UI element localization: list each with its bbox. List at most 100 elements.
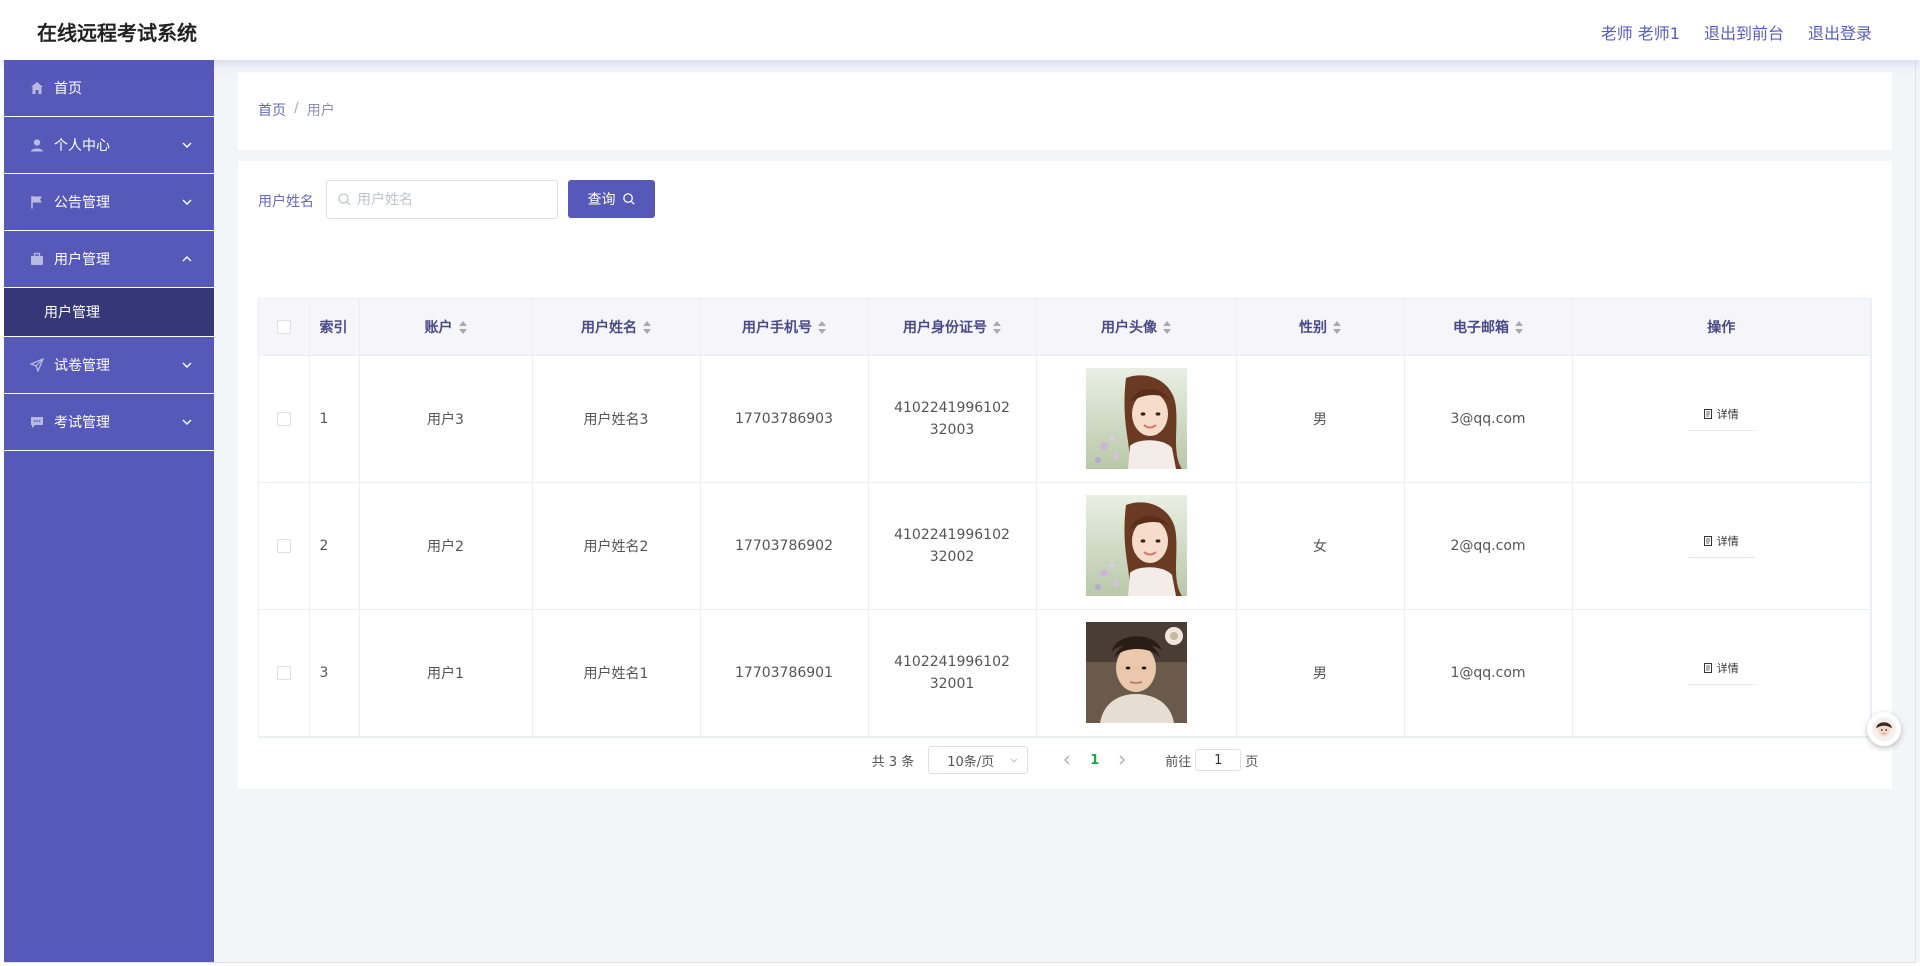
sort-caret-icon[interactable] xyxy=(818,320,826,335)
search-input[interactable] xyxy=(357,189,552,211)
column-header-gender[interactable]: 性别 xyxy=(1236,299,1405,356)
exit-to-front-link[interactable]: 退出到前台 xyxy=(1704,20,1784,44)
document-icon xyxy=(1703,536,1712,546)
column-header-avatar[interactable]: 用户头像 xyxy=(1036,299,1237,356)
sidebar-item-label: 试卷管理 xyxy=(54,358,110,374)
cell-name: 用户姓名3 xyxy=(532,355,701,483)
document-icon xyxy=(1703,409,1712,419)
column-header-name[interactable]: 用户姓名 xyxy=(532,299,701,356)
column-header-label: 电子邮箱 xyxy=(1453,319,1509,336)
column-header-index: 索引 xyxy=(309,299,360,356)
detail-button-label: 详情 xyxy=(1716,535,1739,548)
table-row: 3 用户1 用户姓名1 17703786901 4102241996102320… xyxy=(259,609,1871,737)
current-user-link[interactable]: 老师 老师1 xyxy=(1601,20,1680,44)
idcard-text: 410224199610232003 xyxy=(894,399,1010,438)
goto-suffix: 页 xyxy=(1245,754,1259,770)
table-header-row: 索引 账户 用户姓名 用户手机号 用户身份证号 用户头像 性别 电子邮箱 操作 xyxy=(259,299,1871,356)
floating-assistant-avatar[interactable] xyxy=(1867,712,1901,746)
sidebar-item-label: 个人中心 xyxy=(54,138,110,154)
breadcrumb-home[interactable]: 首页 xyxy=(258,100,286,120)
sidebar-item-personal-center[interactable]: 个人中心 xyxy=(4,117,214,174)
breadcrumb-separator: / xyxy=(294,100,299,116)
row-checkbox[interactable] xyxy=(276,538,291,553)
main-area: 首页 / 用户 用户姓名 查询 xyxy=(214,60,1920,962)
detail-button[interactable]: 详情 xyxy=(1687,660,1755,685)
user-avatar-image xyxy=(1085,622,1187,723)
next-page-button[interactable] xyxy=(1115,753,1129,767)
chevron-down-icon xyxy=(182,199,192,205)
column-header-account[interactable]: 账户 xyxy=(359,299,533,356)
chevron-up-icon xyxy=(182,256,192,262)
column-header-label: 性别 xyxy=(1299,319,1327,336)
column-header-idcard[interactable]: 用户身份证号 xyxy=(868,299,1037,356)
page-number-current[interactable]: 1 xyxy=(1090,753,1099,768)
cell-email: 2@qq.com xyxy=(1404,482,1573,610)
column-header-phone[interactable]: 用户手机号 xyxy=(700,299,869,356)
cell-gender: 男 xyxy=(1236,609,1405,737)
detail-button[interactable]: 详情 xyxy=(1687,406,1755,431)
sidebar-item-exams[interactable]: 考试管理 xyxy=(4,394,214,451)
sort-caret-icon[interactable] xyxy=(643,320,651,335)
cell-idcard: 410224199610232002 xyxy=(868,482,1037,610)
row-checkbox[interactable] xyxy=(276,665,291,680)
pagination-total: 共 3 条 xyxy=(871,754,915,770)
cell-avatar xyxy=(1036,355,1237,483)
breadcrumb-card: 首页 / 用户 xyxy=(238,72,1892,150)
cell-index: 2 xyxy=(309,482,360,610)
table-row: 1 用户3 用户姓名3 17703786903 4102241996102320… xyxy=(259,355,1871,483)
chevron-right-icon xyxy=(1119,755,1126,765)
table-row: 2 用户2 用户姓名2 17703786902 4102241996102320… xyxy=(259,482,1871,610)
sidebar-item-label: 用户管理 xyxy=(54,252,110,268)
cell-name: 用户姓名1 xyxy=(532,609,701,737)
column-header-label: 账户 xyxy=(424,319,453,336)
chevron-down-icon xyxy=(182,419,192,425)
search-box xyxy=(326,180,558,219)
cell-phone: 17703786903 xyxy=(700,355,869,483)
idcard-text: 410224199610232002 xyxy=(894,526,1010,565)
sidebar-item-notice[interactable]: 公告管理 xyxy=(4,174,214,231)
column-header-label: 用户姓名 xyxy=(581,319,637,336)
submenu-item-user-management[interactable]: 用户管理 xyxy=(4,288,214,337)
page-size-value: 10条/页 xyxy=(947,754,995,770)
search-label: 用户姓名 xyxy=(258,194,314,210)
sidebar-item-home[interactable]: 首页 xyxy=(4,60,214,117)
search-icon xyxy=(622,193,635,205)
search-icon xyxy=(338,193,351,206)
cell-name: 用户姓名2 xyxy=(532,482,701,610)
sort-caret-icon[interactable] xyxy=(1163,320,1171,335)
detail-button[interactable]: 详情 xyxy=(1687,533,1755,558)
cell-avatar xyxy=(1036,609,1237,737)
column-header-label: 用户头像 xyxy=(1101,319,1157,336)
column-header-email[interactable]: 电子邮箱 xyxy=(1404,299,1573,356)
sort-caret-icon[interactable] xyxy=(1515,320,1523,335)
user-avatar-image xyxy=(1085,368,1187,469)
cell-idcard: 410224199610232001 xyxy=(868,609,1037,737)
flag-icon xyxy=(28,193,46,211)
select-all-checkbox[interactable] xyxy=(276,319,291,334)
cell-index: 1 xyxy=(309,355,360,483)
detail-button-label: 详情 xyxy=(1716,662,1739,675)
column-header-ops: 操作 xyxy=(1572,299,1871,356)
sort-caret-icon[interactable] xyxy=(993,320,1001,335)
goto-page-input[interactable] xyxy=(1195,749,1242,771)
sidebar-item-papers[interactable]: 试卷管理 xyxy=(4,337,214,394)
user-table: 索引 账户 用户姓名 用户手机号 用户身份证号 用户头像 性别 电子邮箱 操作 xyxy=(258,298,1872,738)
cell-email: 3@qq.com xyxy=(1404,355,1573,483)
row-checkbox[interactable] xyxy=(276,411,291,426)
sort-caret-icon[interactable] xyxy=(1333,320,1341,335)
sidebar-item-users[interactable]: 用户管理 xyxy=(4,231,214,288)
sidebar-item-label: 首页 xyxy=(54,81,82,97)
sort-caret-icon[interactable] xyxy=(458,320,467,335)
assistant-avatar-icon xyxy=(1872,717,1896,741)
content-card: 用户姓名 查询 xyxy=(238,161,1892,789)
page-size-select[interactable]: 10条/页 xyxy=(928,746,1029,774)
person-icon xyxy=(28,136,46,154)
query-button[interactable]: 查询 xyxy=(568,180,655,218)
sidebar: 首页 个人中心 公告管理 用户管理 用户管理 试卷管理 考试管理 xyxy=(4,60,214,962)
prev-page-button[interactable] xyxy=(1060,753,1074,767)
cell-account: 用户2 xyxy=(359,482,533,610)
chevron-down-icon xyxy=(1010,758,1018,763)
app-title: 在线远程考试系统 xyxy=(37,21,197,45)
logout-link[interactable]: 退出登录 xyxy=(1808,20,1872,44)
chat-icon xyxy=(28,413,46,431)
